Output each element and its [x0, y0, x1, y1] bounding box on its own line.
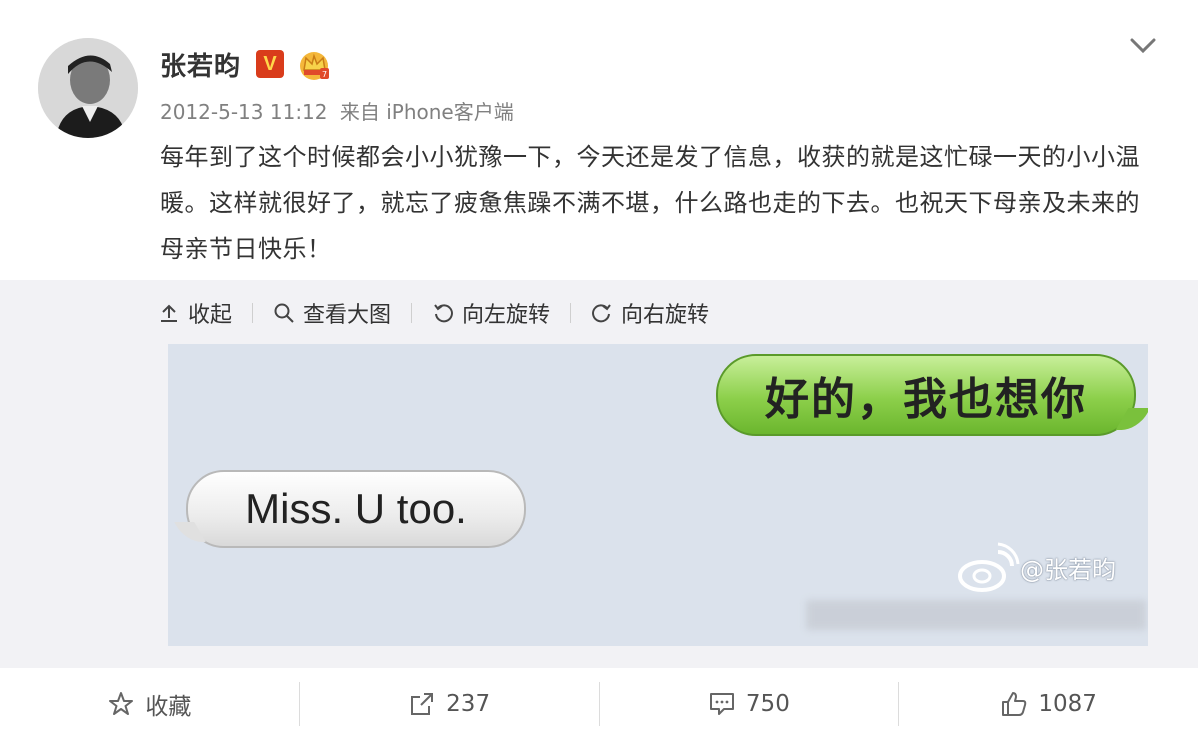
svg-text:7: 7 — [322, 70, 327, 79]
favorite-button[interactable]: 收藏 — [0, 668, 299, 740]
post-meta: 2012-5-13 11:12 来自 iPhone客户端 — [160, 96, 520, 125]
collapse-label: 收起 — [188, 303, 233, 328]
collapse-button[interactable]: 收起 — [158, 297, 232, 329]
weibo-watermark: @张若昀 — [956, 542, 1116, 592]
verified-badge-icon: V — [256, 50, 284, 78]
like-count: 1087 — [1038, 691, 1097, 717]
view-large-label: 查看大图 — [303, 303, 392, 328]
rotate-left-button[interactable]: 向左旋转 — [432, 297, 550, 329]
rotate-left-label: 向左旋转 — [462, 303, 551, 328]
blurred-area — [806, 600, 1146, 630]
post-image[interactable]: 好的，我也想你 Miss. U too. @张若昀 — [168, 344, 1148, 646]
comment-icon — [709, 693, 734, 715]
collapse-icon — [161, 304, 177, 322]
avatar-image — [38, 38, 138, 138]
rotate-right-button[interactable]: 向右旋转 — [591, 297, 709, 329]
repost-icon — [411, 693, 434, 715]
post-header: 张若昀 V 7 2012-5-13 11:12 来自 iPhone客户端 每年到… — [0, 0, 1198, 280]
green-bubble-text: 好的，我也想你 — [765, 374, 1087, 425]
search-icon — [274, 303, 294, 323]
comment-count: 750 — [745, 691, 790, 717]
username[interactable]: 张若昀 — [160, 46, 241, 83]
repost-button[interactable]: 237 — [300, 668, 599, 740]
chevron-down-icon[interactable] — [1128, 34, 1158, 58]
verified-badge-label: V — [263, 52, 277, 75]
repost-count: 237 — [446, 691, 491, 717]
weibo-logo-icon — [958, 542, 1020, 592]
thumbs-up-icon — [1002, 692, 1027, 716]
watermark-text: @张若昀 — [1020, 555, 1116, 584]
green-chat-bubble: 好的，我也想你 — [716, 354, 1136, 436]
post-time[interactable]: 2012-5-13 11:12 — [160, 100, 328, 124]
action-bar: 收藏 237 750 1087 — [0, 668, 1198, 740]
toolbar-divider — [252, 303, 254, 323]
toolbar-divider — [570, 303, 572, 323]
rotate-left-icon — [434, 304, 453, 323]
rotate-right-label: 向右旋转 — [621, 303, 710, 328]
rotate-right-icon — [592, 304, 611, 323]
like-button[interactable]: 1087 — [899, 668, 1198, 740]
white-bubble-text: Miss. U too. — [245, 485, 467, 532]
white-chat-bubble: Miss. U too. — [186, 470, 526, 548]
view-large-button[interactable]: 查看大图 — [273, 297, 391, 329]
toolbar-divider — [411, 303, 413, 323]
star-icon — [109, 692, 134, 715]
avatar[interactable] — [38, 38, 138, 138]
crown-icon: 7 — [300, 52, 329, 80]
media-panel: 收起 查看大图 向左旋转 向右旋转 好的，我也想你 Miss. U too. @… — [0, 280, 1198, 668]
comment-button[interactable]: 750 — [600, 668, 899, 740]
post-source: 来自 iPhone客户端 — [339, 100, 514, 124]
post-text: 每年到了这个时候都会小小犹豫一下，今天还是发了信息，收获的就是这忙碌一天的小小温… — [160, 143, 1140, 263]
favorite-label: 收藏 — [145, 694, 192, 720]
image-toolbar: 收起 查看大图 向左旋转 向右旋转 — [158, 296, 709, 330]
